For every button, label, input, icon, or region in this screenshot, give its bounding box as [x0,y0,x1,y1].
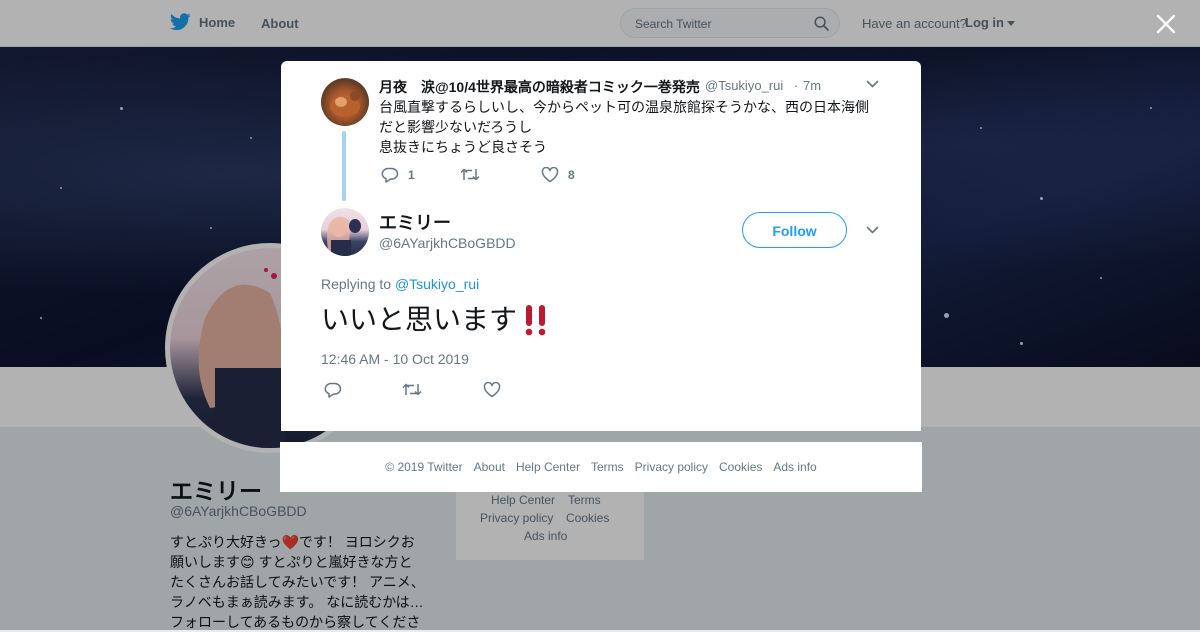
like-count: 8 [568,168,575,182]
footer-link-help-center[interactable]: Help Center [516,460,580,474]
retweet-icon [402,383,422,396]
parent-tweet-time[interactable]: 7m [803,78,821,93]
tweet-text: いいと思います [321,301,549,339]
close-icon[interactable] [1156,14,1176,34]
like-icon [541,167,559,183]
footer-link-terms[interactable]: Terms [591,460,624,474]
retweet-icon [460,168,480,181]
reply-count: 1 [408,168,415,182]
tweet-text-line: 息抜きにちょうど良さそう [379,139,547,155]
tweet-timestamp[interactable]: 12:46 AM - 10 Oct 2019 [321,351,469,367]
retweet-button[interactable] [402,382,422,397]
chevron-down-icon[interactable] [866,226,879,235]
footer-link-about[interactable]: About [474,460,505,474]
like-button[interactable] [483,382,501,398]
replying-to-label: Replying to [321,276,392,292]
footer-link-ads-info[interactable]: Ads info [773,460,816,474]
tweet-author-name[interactable]: エミリー [379,209,451,235]
tweet-author-handle[interactable]: @6AYarjkhCBoGBDD [379,235,516,251]
footer-link-privacy-policy[interactable]: Privacy policy [635,460,708,474]
parent-tweet-author-name[interactable]: 月夜 涙@10/4世界最高の暗殺者コミック一巻発売 [379,77,700,97]
tweet-text-body: いいと思います [321,304,518,335]
like-icon [483,382,501,398]
replying-to-handle-link[interactable]: @Tsukiyo_rui [395,276,479,292]
avatar[interactable] [321,208,369,256]
reply-icon [381,167,399,183]
avatar[interactable] [321,78,369,126]
tweet-text-line: 台風直撃するらしいし、今からペット可の温泉旅館探そうかな、西の日本海側 [379,99,869,115]
double-exclamation-icon [525,305,546,336]
like-button[interactable]: 8 [541,167,575,183]
footer-copyright: © 2019 Twitter [385,460,463,474]
parent-tweet-author-handle[interactable]: @Tsukiyo_rui [705,78,783,93]
reply-icon [324,382,342,398]
thread-connector-line [342,131,346,201]
retweet-button[interactable] [460,167,480,182]
modal-footer: © 2019 Twitter About Help Center Terms P… [280,442,922,492]
chevron-down-icon[interactable] [866,80,879,89]
reply-button[interactable]: 1 [381,167,415,183]
tweet-modal: 月夜 涙@10/4世界最高の暗殺者コミック一巻発売 @Tsukiyo_rui ·… [281,61,921,431]
replying-to: Replying to @Tsukiyo_rui [321,276,479,292]
tweet-text-line: だと影響少ないだろうし [379,119,533,135]
follow-button[interactable]: Follow [742,212,847,248]
avatar-photo [330,91,360,117]
footer-link-cookies[interactable]: Cookies [719,460,762,474]
separator-dot: · [794,78,799,93]
parent-tweet-text: 台風直撃するらしいし、今からペット可の温泉旅館探そうかな、西の日本海側 だと影響… [379,97,879,157]
avatar-illustration [327,216,361,256]
reply-button[interactable] [324,382,342,398]
